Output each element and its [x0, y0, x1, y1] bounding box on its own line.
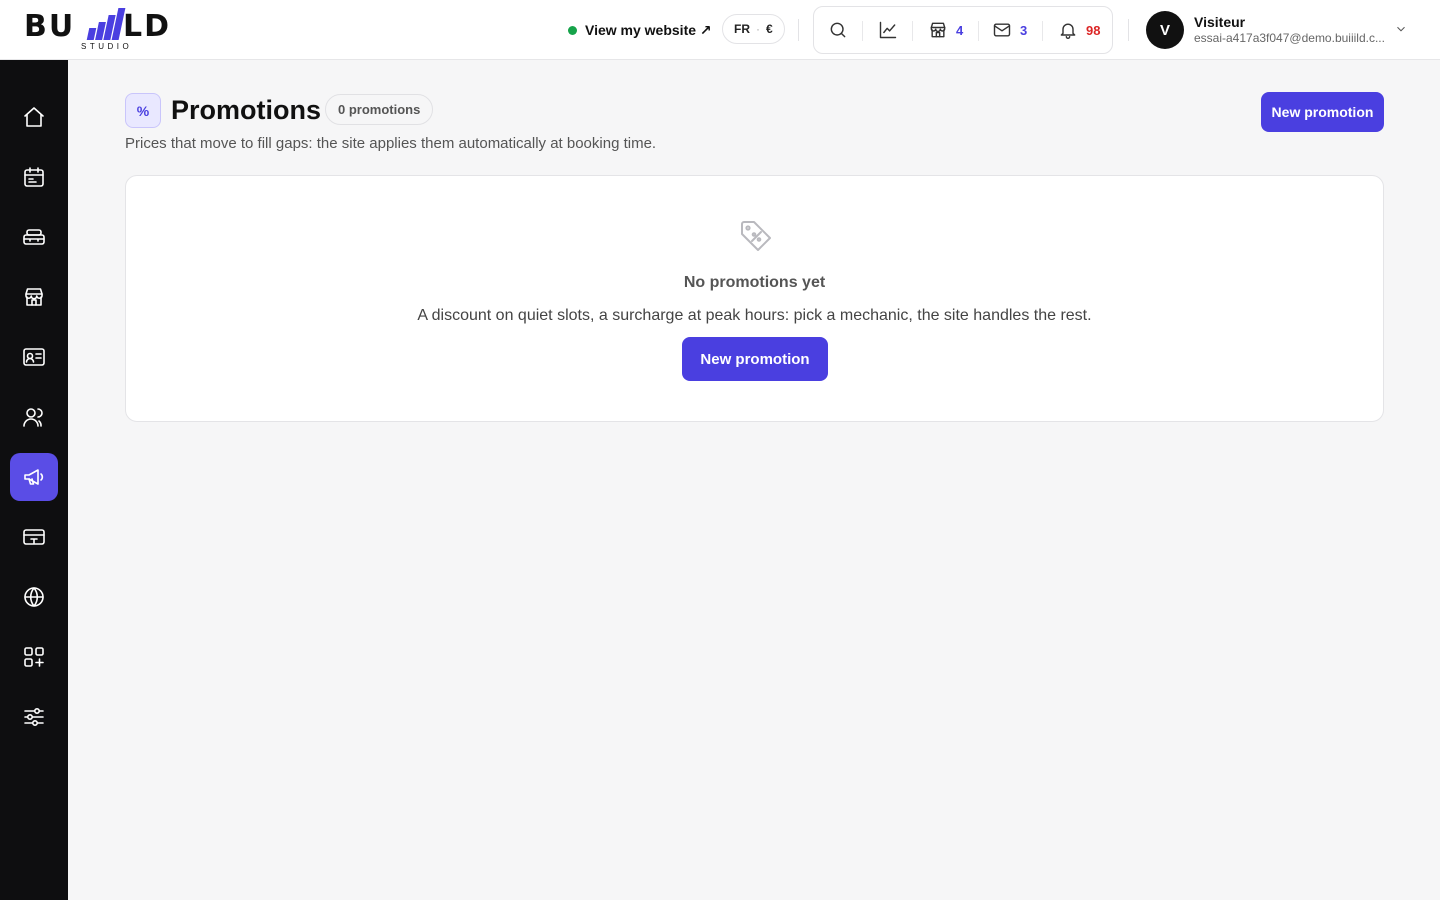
sidebar-item-contacts[interactable] [10, 333, 58, 381]
id-card-icon [23, 348, 45, 366]
page-title: Promotions [171, 95, 322, 125]
settings-sliders-icon [24, 707, 44, 727]
sidebar-item-store[interactable] [10, 273, 58, 321]
avatar: V [1146, 11, 1184, 49]
empty-state-card: No promotions yet A discount on quiet sl… [125, 175, 1384, 422]
store-icon [25, 288, 43, 306]
empty-new-promotion-button[interactable]: New promotion [682, 337, 828, 381]
store-requests-button[interactable]: 4 [928, 7, 963, 53]
chart-icon [879, 21, 897, 39]
logo-subtitle: STUDIO [81, 42, 133, 51]
notifications-count: 98 [1086, 22, 1101, 38]
live-status-dot [568, 25, 577, 35]
chevron-down-icon [1397, 26, 1405, 32]
sidebar-item-promotions[interactable] [10, 453, 58, 501]
logo-word-left: BU [24, 9, 76, 44]
sidebar-item-website[interactable] [10, 573, 58, 621]
sidebar-item-services[interactable] [10, 213, 58, 261]
calendar-icon [24, 167, 44, 187]
globe-icon [24, 587, 44, 607]
user-email: essai-a417a3f047@demo.buiiild.c... [1194, 31, 1385, 45]
user-name: Visiteur [1194, 14, 1246, 30]
view-website-link[interactable]: View my website ↗ [568, 19, 712, 41]
bell-icon [1060, 23, 1076, 39]
percent-icon: % [125, 93, 161, 128]
apps-icon [24, 647, 44, 667]
top-bar: BU LD STUDIO View my website ↗ FR · € 4 [0, 0, 1440, 60]
mail-icon [993, 23, 1011, 37]
new-promotion-button[interactable]: New promotion [1261, 92, 1384, 132]
page-subtitle: Prices that move to fill gaps: the site … [125, 135, 657, 152]
sidebar-item-calendar[interactable] [10, 153, 58, 201]
store-icon [930, 22, 946, 38]
payment-icon [23, 529, 45, 545]
empty-state-title: No promotions yet [683, 274, 826, 291]
store-count: 4 [956, 22, 964, 38]
search-button[interactable] [828, 7, 848, 53]
promotions-count-badge: 0 promotions [325, 94, 434, 125]
sidebar [0, 60, 68, 900]
search-icon [830, 22, 846, 38]
view-website-label: View my website ↗ [585, 21, 712, 38]
messages-button[interactable]: 3 [992, 7, 1027, 53]
megaphone-icon [24, 469, 44, 485]
language-label: FR [734, 22, 750, 36]
messages-count: 3 [1020, 22, 1028, 38]
sidebar-item-apps[interactable] [10, 633, 58, 681]
currency-label: € [766, 22, 773, 36]
brand-logo[interactable]: BU LD STUDIO [24, 8, 184, 54]
tag-percent-icon [738, 218, 774, 254]
divider [1128, 19, 1129, 41]
header-tools: 4 3 98 [813, 6, 1113, 54]
users-icon [23, 408, 43, 427]
sidebar-item-customers[interactable] [10, 393, 58, 441]
sidebar-item-settings[interactable] [10, 693, 58, 741]
notifications-button[interactable]: 98 [1058, 7, 1100, 53]
home-icon [24, 107, 44, 127]
logo-word-right: LD [123, 9, 172, 44]
empty-state-text: A discount on quiet slots, a surcharge a… [417, 307, 1092, 324]
logo-bars-icon [86, 8, 126, 40]
analytics-button[interactable] [878, 7, 898, 53]
sidebar-item-payments[interactable] [10, 513, 58, 561]
divider [798, 19, 799, 41]
user-menu[interactable]: V Visiteur essai-a417a3f047@demo.buiiild… [1146, 10, 1416, 50]
sidebar-item-home[interactable] [10, 93, 58, 141]
language-currency-selector[interactable]: FR · € [722, 14, 785, 44]
services-icon [23, 229, 45, 245]
